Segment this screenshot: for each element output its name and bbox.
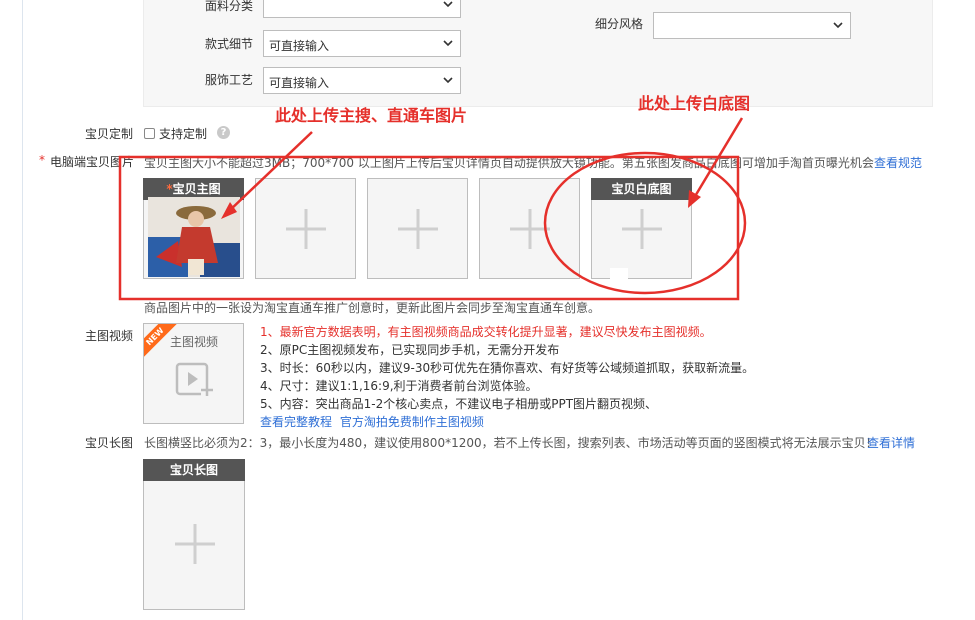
full-tutorial-link[interactable]: 查看完整教程 — [260, 415, 332, 429]
long-image-tile-header: 宝贝长图 — [143, 459, 245, 481]
long-image-label: 宝贝长图 — [85, 436, 134, 450]
video-tips: 1、最新官方数据表明，有主图视频商品成交转化提升显著，建议尽快发布主图视频。 2… — [260, 323, 754, 431]
video-tip-3: 3、时长：60秒以内，建议9-30秒可优先在猜你喜欢、有好货等公域频道抓取，获取… — [260, 361, 755, 375]
video-tip-5: 5、内容：突出商品1-2个核心卖点，不建议电子相册或PPT图片翻页视频、 — [260, 397, 658, 411]
annotation-text-left: 此处上传主搜、直通车图片 — [275, 106, 468, 125]
long-image-tip: 长图横竖比必须为2：3，最小长度为480，建议使用800*1200，若不上传长图… — [144, 436, 878, 450]
video-tile-label: 主图视频 — [170, 335, 219, 349]
free-video-link[interactable]: 官方淘拍免费制作主图视频 — [340, 415, 484, 429]
long-image-tile[interactable]: 宝贝长图 — [143, 459, 245, 610]
video-add-icon — [175, 362, 213, 396]
video-links: 查看完整教程 官方淘拍免费制作主图视频 — [260, 413, 754, 431]
video-tip-2: 2、原PC主图视频发布，已实现同步手机，无需分开发布 — [260, 343, 560, 357]
annotation-arrowhead-right — [688, 190, 701, 208]
annotation-circle — [543, 151, 747, 295]
plus-icon — [175, 524, 215, 564]
view-details-link[interactable]: 查看详情 — [867, 434, 915, 451]
video-label: 主图视频 — [85, 329, 134, 343]
annotation-arrow-left — [227, 131, 313, 213]
annotation-text-right: 此处上传白底图 — [638, 94, 751, 113]
video-upload-tile[interactable]: NEW 主图视频 — [143, 323, 244, 424]
annotation-box — [118, 155, 740, 301]
video-tip-1: 1、最新官方数据表明，有主图视频商品成交转化提升显著，建议尽快发布主图视频。 — [260, 325, 712, 339]
video-tip-4: 4、尺寸：建议1:1,16:9,利于消费者前台浏览体验。 — [260, 379, 538, 393]
